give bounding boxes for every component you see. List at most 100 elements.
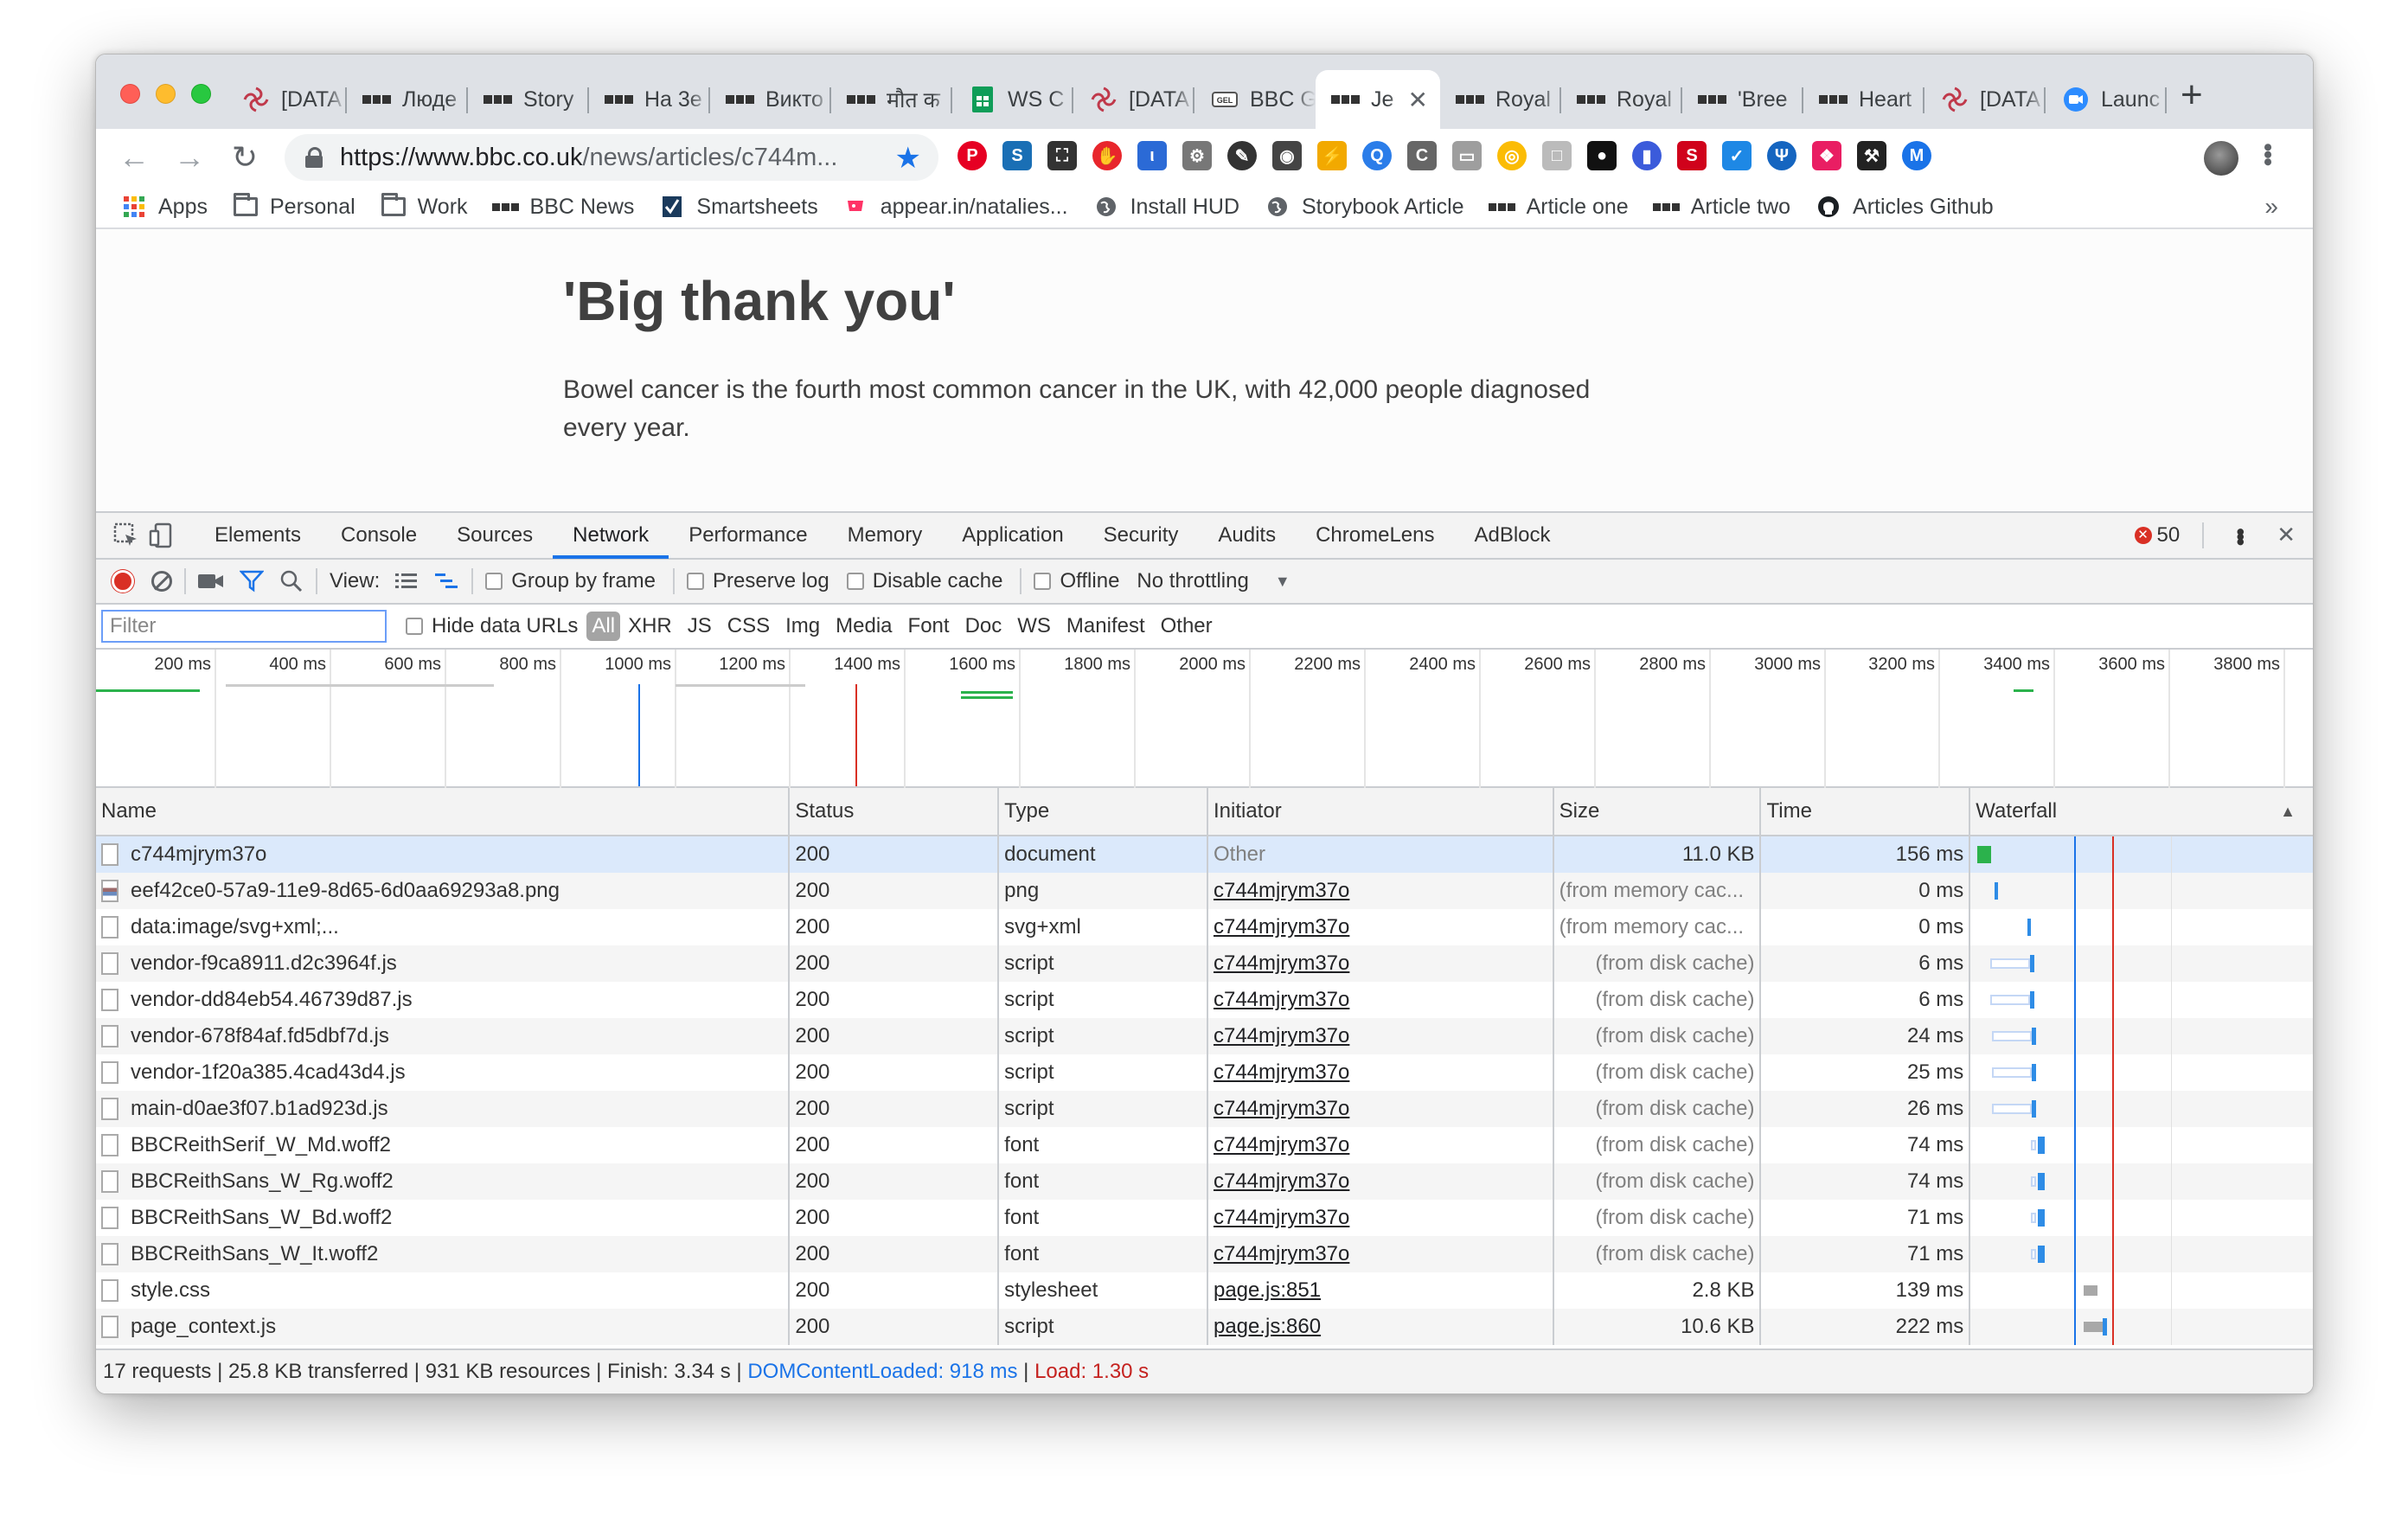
- devtools-tab-network[interactable]: Network: [553, 512, 669, 559]
- request-name-cell[interactable]: vendor-dd84eb54.46739d87.js: [96, 982, 791, 1018]
- column-header-name[interactable]: Name: [96, 788, 791, 835]
- filter-type-img[interactable]: Img: [778, 612, 828, 641]
- devtools-tab-security[interactable]: Security: [1084, 512, 1199, 559]
- initiator-link[interactable]: c744mjrym37o: [1214, 1206, 1349, 1230]
- fork-extension-icon[interactable]: ⚒: [1857, 141, 1886, 170]
- devtools-tab-performance[interactable]: Performance: [669, 512, 827, 559]
- bookmark-flag-icon[interactable]: ▮: [1632, 141, 1662, 170]
- bookmark-5[interactable]: Smartsheets: [660, 195, 818, 220]
- initiator-link[interactable]: page.js:860: [1214, 1315, 1321, 1339]
- close-tab-icon[interactable]: ✕: [1408, 86, 1428, 114]
- table-row[interactable]: BBCReithSans_W_Bd.woff2 200 font c744mjrym3…: [96, 1200, 2313, 1236]
- tab-9[interactable]: GEL BBC G: [1194, 70, 1316, 129]
- column-header-time[interactable]: Time: [1761, 788, 1971, 835]
- profile-avatar[interactable]: [2204, 141, 2238, 176]
- devtools-tab-application[interactable]: Application: [942, 512, 1083, 559]
- filter-input[interactable]: Filter: [101, 610, 387, 643]
- c-extension-icon[interactable]: C: [1407, 141, 1437, 170]
- table-row[interactable]: vendor-1f20a385.4cad43d4.js 200 script c744…: [96, 1054, 2313, 1091]
- request-name-cell[interactable]: BBCReithSans_W_Bd.woff2: [96, 1200, 791, 1236]
- reload-button[interactable]: ↻: [217, 139, 272, 176]
- initiator-link[interactable]: c744mjrym37o: [1214, 1060, 1349, 1085]
- offline-checkbox[interactable]: [1034, 573, 1052, 590]
- initiator-link[interactable]: c744mjrym37o: [1214, 1242, 1349, 1266]
- initiator-link[interactable]: c744mjrym37o: [1214, 915, 1349, 939]
- bookmark-4[interactable]: BBC News: [492, 195, 634, 220]
- table-row[interactable]: eef42ce0-57a9-11e9-8d65-6d0aa69293a8.png…: [96, 873, 2313, 909]
- initiator-link[interactable]: c744mjrym37o: [1214, 988, 1349, 1012]
- filter-type-manifest[interactable]: Manifest: [1059, 612, 1153, 641]
- waterfall-view-icon[interactable]: [433, 571, 459, 592]
- tab-13[interactable]: 'Bree: [1682, 70, 1803, 129]
- address-bar[interactable]: https://www.bbc.co.uk/news/articles/c744…: [285, 134, 938, 181]
- initiator-link[interactable]: c744mjrym37o: [1214, 879, 1349, 903]
- filter-icon[interactable]: [240, 570, 264, 593]
- tab-4[interactable]: На 3е: [589, 70, 710, 129]
- filter-type-all[interactable]: All: [586, 612, 621, 641]
- check-circle-icon[interactable]: ✓: [1722, 141, 1752, 170]
- bookmark-3[interactable]: Work: [381, 193, 468, 220]
- devtools-tab-adblock[interactable]: AdBlock: [1454, 512, 1570, 559]
- tab-11[interactable]: Royal: [1440, 70, 1561, 129]
- group-by-frame-option[interactable]: Group by frame: [485, 569, 656, 593]
- request-name-cell[interactable]: data:image/svg+xml;...: [96, 909, 791, 945]
- maximize-window-button[interactable]: [191, 84, 211, 104]
- eyedropper-icon[interactable]: ✎: [1227, 141, 1257, 170]
- back-button[interactable]: ←: [106, 139, 162, 176]
- forward-button[interactable]: →: [162, 139, 217, 176]
- request-name-cell[interactable]: BBCReithSerif_W_Md.woff2: [96, 1127, 791, 1163]
- disable-cache-option[interactable]: Disable cache: [846, 569, 1002, 593]
- search-extension-icon[interactable]: Q: [1362, 141, 1392, 170]
- request-name-cell[interactable]: vendor-f9ca8911.d2c3964f.js: [96, 945, 791, 982]
- box-extension-icon[interactable]: □: [1542, 141, 1572, 170]
- request-name-cell[interactable]: c744mjrym37o: [96, 836, 791, 873]
- throttling-select[interactable]: No throttling ▼: [1137, 569, 1290, 593]
- table-row[interactable]: BBCReithSans_W_It.woff2 200 font c744mjrym3…: [96, 1236, 2313, 1272]
- filter-type-media[interactable]: Media: [828, 612, 900, 641]
- initiator-link[interactable]: c744mjrym37o: [1214, 1097, 1349, 1121]
- table-row[interactable]: page_context.js 200 script page.js:860 10.6 …: [96, 1309, 2313, 1345]
- bookmark-9[interactable]: Article one: [1489, 195, 1629, 220]
- tab-5[interactable]: Викто: [710, 70, 831, 129]
- filter-type-doc[interactable]: Doc: [957, 612, 1010, 641]
- tab-15[interactable]: [DATA: [1924, 70, 2046, 129]
- group-by-frame-checkbox[interactable]: [485, 573, 503, 590]
- hide-data-urls-option[interactable]: Hide data URLs: [406, 614, 578, 638]
- table-row[interactable]: BBCReithSans_W_Rg.woff2 200 font c744mjrym3…: [96, 1163, 2313, 1200]
- table-row[interactable]: c744mjrym37o 200 document Other 11.0 KB 156 m…: [96, 836, 2313, 873]
- request-name-cell[interactable]: BBCReithSans_W_It.woff2: [96, 1236, 791, 1272]
- tab-1[interactable]: [DATA: [226, 70, 347, 129]
- lock-icon[interactable]: [305, 147, 323, 168]
- column-header-type[interactable]: Type: [999, 788, 1208, 835]
- filter-type-other[interactable]: Other: [1153, 612, 1220, 641]
- bookmark-2[interactable]: Personal: [233, 193, 355, 220]
- devtools-close-icon[interactable]: ✕: [2277, 522, 2296, 548]
- initiator-link[interactable]: c744mjrym37o: [1214, 1024, 1349, 1048]
- tab-12[interactable]: Royal: [1561, 70, 1682, 129]
- m-extension-icon[interactable]: M: [1902, 141, 1931, 170]
- screenshot-capture-icon[interactable]: [198, 573, 224, 590]
- tab-16[interactable]: Launc: [2046, 70, 2167, 129]
- bookmark-6[interactable]: appear.in/natalies...: [844, 195, 1068, 220]
- devtools-tab-elements[interactable]: Elements: [195, 512, 321, 559]
- s-extension-icon[interactable]: S: [1002, 141, 1032, 170]
- request-name-cell[interactable]: page_context.js: [96, 1309, 791, 1345]
- table-row[interactable]: vendor-f9ca8911.d2c3964f.js 200 script c744…: [96, 945, 2313, 982]
- browser-menu-icon[interactable]: •••: [2252, 143, 2282, 165]
- request-name-cell[interactable]: style.css: [96, 1272, 791, 1309]
- clear-icon[interactable]: [151, 571, 172, 592]
- request-name-cell[interactable]: vendor-678f84af.fd5dbf7d.js: [96, 1018, 791, 1054]
- adblock-hand-icon[interactable]: ✋: [1092, 141, 1122, 170]
- device-toolbar-icon[interactable]: [146, 522, 176, 548]
- bookmarks-overflow-button[interactable]: »: [2264, 193, 2278, 221]
- request-name-cell[interactable]: eef42ce0-57a9-11e9-8d65-6d0aa69293a8.png: [96, 873, 791, 909]
- bookmark-11[interactable]: Articles Github: [1816, 195, 1994, 220]
- lang-extension-icon[interactable]: ι: [1137, 141, 1167, 170]
- filter-type-css[interactable]: CSS: [720, 612, 778, 641]
- minimize-window-button[interactable]: [156, 84, 176, 104]
- table-row[interactable]: main-d0ae3f07.b1ad923d.js 200 script c744mj…: [96, 1091, 2313, 1127]
- initiator-link[interactable]: c744mjrym37o: [1214, 1133, 1349, 1157]
- preserve-log-option[interactable]: Preserve log: [687, 569, 829, 593]
- bookmark-1[interactable]: Apps: [122, 195, 208, 220]
- initiator-link[interactable]: c744mjrym37o: [1214, 951, 1349, 976]
